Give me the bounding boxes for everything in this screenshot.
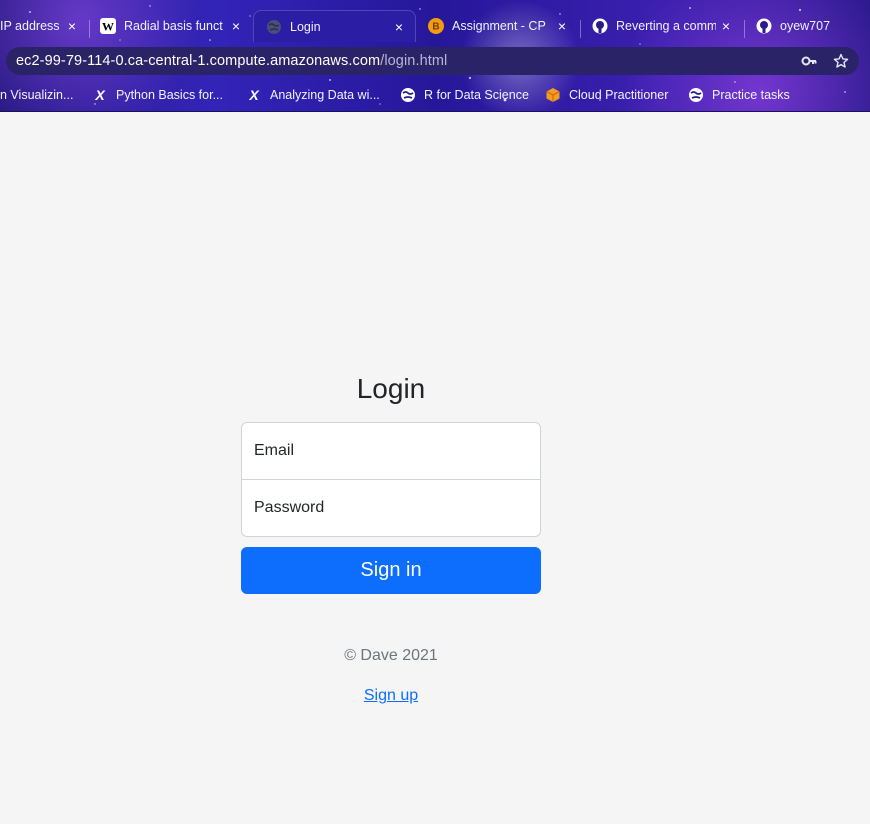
bookmark-label: Practice tasks [712,88,790,102]
globe-icon [688,87,704,103]
svg-text:X: X [248,87,260,103]
tab-radial-basis[interactable]: W Radial basis funct × [92,10,252,42]
close-icon[interactable]: × [391,19,407,35]
browser-chrome: IP address × W Radial basis funct × Logi… [0,0,870,112]
tab-separator [744,20,745,38]
svg-text:W: W [102,20,114,34]
tab-title: Radial basis funct [124,19,223,33]
svg-text:X: X [94,87,106,103]
bookmark-cloud-practitioner[interactable]: Cloud Practitioner [545,84,668,106]
github-icon [592,18,608,34]
close-icon[interactable]: × [718,18,734,34]
email-field[interactable] [241,422,541,480]
assignment-site-icon: B [428,18,444,34]
bookmark-label: Analyzing Data wi... [270,88,380,102]
tab-title: Login [290,19,321,34]
sign-up-link[interactable]: Sign up [364,687,418,704]
url-host: ec2-99-79-114-0.ca-central-1.compute.ama… [16,53,381,69]
globe-icon [400,87,416,103]
tab-title: IP address [0,19,60,33]
sign-in-button[interactable]: Sign in [241,547,541,594]
tab-title: Assignment - CP [452,19,546,33]
url-text[interactable]: ec2-99-79-114-0.ca-central-1.compute.ama… [16,53,447,69]
tab-login[interactable]: Login × [253,10,416,42]
wikipedia-icon: W [100,18,116,34]
tab-title: Reverting a comm [616,19,716,33]
globe-icon [266,19,282,35]
key-icon[interactable] [801,53,817,69]
close-icon[interactable]: × [64,18,80,34]
close-icon[interactable]: × [554,18,570,34]
bookmark-practice-tasks[interactable]: Practice tasks [688,84,790,106]
password-field[interactable] [241,479,541,537]
bookmark-python-basics[interactable]: X Python Basics for... [92,84,223,106]
github-icon [756,18,772,34]
aws-cube-icon [545,87,561,103]
bookmark-label: n Visualizin... [0,88,74,102]
bookmark-visualizing[interactable]: n Visualizin... [0,84,73,106]
address-bar[interactable]: ec2-99-79-114-0.ca-central-1.compute.ama… [6,47,859,75]
edx-icon: X [92,87,108,103]
svg-text:B: B [432,22,439,33]
page-title: Login [356,373,426,404]
bookmarks-bar: n Visualizin... X Python Basics for... X… [0,84,870,106]
tab-assignment[interactable]: B Assignment - CP × [420,10,578,42]
edx-icon: X [246,87,262,103]
close-icon[interactable]: × [228,18,244,34]
bookmark-r-data-science[interactable]: R for Data Science [400,84,529,106]
tab-separator [580,20,581,38]
tab-oyew707[interactable]: oyew707 [748,10,870,42]
copyright-text: © Dave 2021 [344,647,438,664]
bookmark-label: Cloud Practitioner [569,88,669,102]
bookmark-label: R for Data Science [424,88,529,102]
url-path: /login.html [380,53,448,69]
tab-title: oyew707 [780,19,831,33]
tab-reverting-commit[interactable]: Reverting a comm × [584,10,742,42]
star-icon[interactable] [833,53,849,69]
tab-strip: IP address × W Radial basis funct × Logi… [0,8,870,44]
tab-separator [89,20,90,38]
sign-up-container: Sign up [241,687,541,705]
page-content: Login Sign in © Dave 2021 Sign up [0,112,870,824]
bookmark-label: Python Basics for... [116,88,223,102]
bookmark-analyzing-data[interactable]: X Analyzing Data wi... [246,84,380,106]
tab-ip-address[interactable]: IP address × [0,10,88,42]
